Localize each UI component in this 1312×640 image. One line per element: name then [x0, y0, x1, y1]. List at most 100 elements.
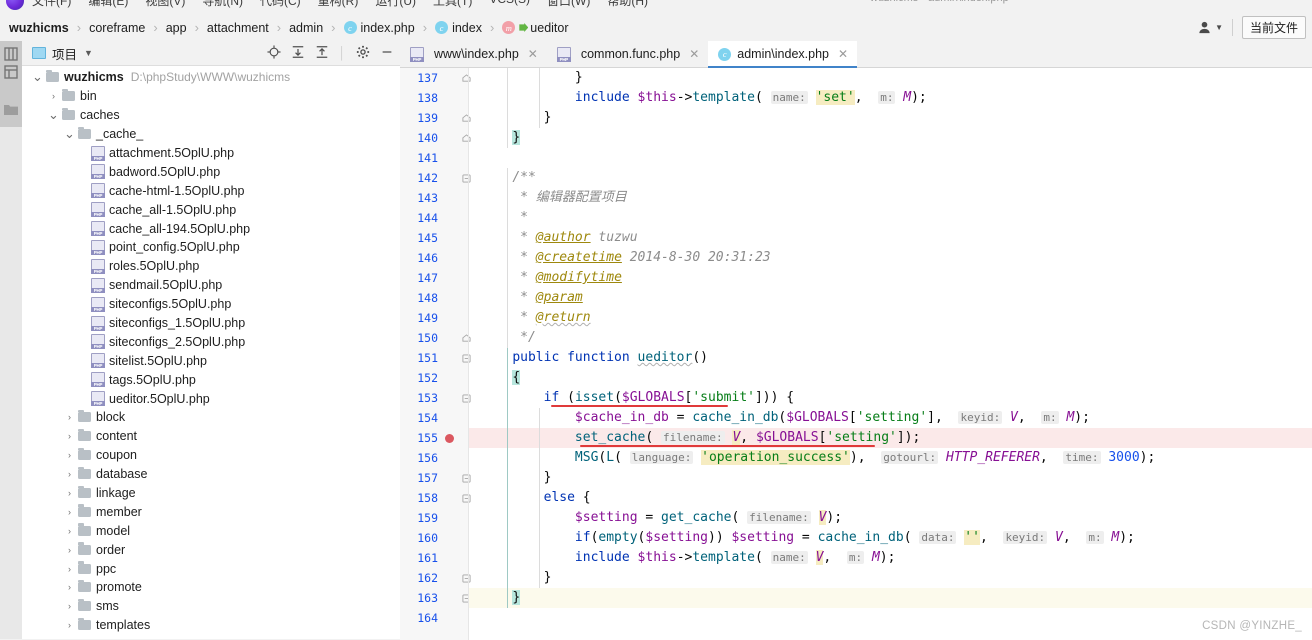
code-line-157[interactable]: } — [469, 468, 1312, 488]
tree-item-wuzhicms[interactable]: ⌄ wuzhicms D:\phpStudy\WWW\wuzhicms — [22, 68, 400, 87]
code-line-147[interactable]: * @modifytime — [469, 268, 1312, 288]
gutter-line-158[interactable]: 158 — [400, 488, 469, 508]
gutter-line-162[interactable]: 162 — [400, 568, 469, 588]
chevron-right-icon[interactable]: › — [64, 601, 75, 611]
menu-item-8[interactable]: VCS(S) — [489, 0, 530, 9]
close-icon[interactable]: ✕ — [689, 47, 699, 61]
gutter-line-154[interactable]: 154 — [400, 408, 469, 428]
gutter-line-161[interactable]: 161 — [400, 548, 469, 568]
gutter-line-142[interactable]: 142 — [400, 168, 469, 188]
tree-item-order[interactable]: › order — [22, 540, 400, 559]
tree-item-point_config-5OplU-php[interactable]: point_config.5OplU.php — [22, 238, 400, 257]
menu-item-9[interactable]: 窗口(W) — [547, 0, 590, 9]
code-line-148[interactable]: * @param — [469, 288, 1312, 308]
gutter-line-138[interactable]: 138 — [400, 88, 469, 108]
gutter-line-163[interactable]: 163 — [400, 588, 469, 608]
gutter-line-155[interactable]: 155 — [400, 428, 469, 448]
tree-item-model[interactable]: › model — [22, 521, 400, 540]
code-line-137[interactable]: } — [469, 68, 1312, 88]
tree-item-cache_all-194-5OplU-php[interactable]: cache_all-194.5OplU.php — [22, 219, 400, 238]
breadcrumb-item-wuzhicms[interactable]: wuzhicms — [8, 21, 70, 35]
project-tree[interactable]: ⌄ wuzhicms D:\phpStudy\WWW\wuzhicms › bin ⌄ ca… — [22, 66, 400, 635]
gutter-line-144[interactable]: 144 — [400, 208, 469, 228]
chevron-down-icon[interactable]: ⌄ — [32, 70, 43, 83]
menu-item-0[interactable]: 文件(F) — [32, 0, 71, 9]
breadcrumb-item-coreframe[interactable]: coreframe — [88, 21, 146, 35]
breadcrumb[interactable]: wuzhicms › coreframe › app › attachment › admin ›… — [8, 14, 570, 41]
code-line-146[interactable]: * @createtime 2014-8-30 20:31:23 — [469, 248, 1312, 268]
close-icon[interactable]: ✕ — [838, 47, 848, 61]
gutter-line-164[interactable]: 164 — [400, 608, 469, 628]
code-line-159[interactable]: $setting = get_cache( filename: V); — [469, 508, 1312, 528]
code-line-158[interactable]: else { — [469, 488, 1312, 508]
menu-item-10[interactable]: 帮助(H) — [607, 0, 648, 9]
tree-item-tags-5OplU-php[interactable]: tags.5OplU.php — [22, 370, 400, 389]
structure-tool-icon[interactable] — [4, 65, 18, 79]
gutter-line-143[interactable]: 143 — [400, 188, 469, 208]
tree-item-sitelist-5OplU-php[interactable]: sitelist.5OplU.php — [22, 351, 400, 370]
chevron-right-icon[interactable]: › — [64, 488, 75, 498]
tree-item-attachment-5OplU-php[interactable]: attachment.5OplU.php — [22, 144, 400, 163]
code-line-140[interactable]: } — [469, 128, 1312, 148]
code-line-152[interactable]: { — [469, 368, 1312, 388]
tree-item-member[interactable]: › member — [22, 502, 400, 521]
locate-icon[interactable] — [266, 44, 281, 62]
gutter-line-141[interactable]: 141 — [400, 148, 469, 168]
tree-item-roles-5OplU-php[interactable]: roles.5OplU.php — [22, 257, 400, 276]
tree-item-siteconfigs_1-5OplU-php[interactable]: siteconfigs_1.5OplU.php — [22, 314, 400, 333]
collapse-all-icon[interactable] — [315, 45, 329, 62]
code-line-149[interactable]: * @return — [469, 308, 1312, 328]
tree-item-_cache_[interactable]: ⌄ _cache_ — [22, 125, 400, 144]
gutter-line-159[interactable]: 159 — [400, 508, 469, 528]
gutter-line-157[interactable]: 157 — [400, 468, 469, 488]
menu-item-2[interactable]: 视图(V) — [145, 0, 185, 9]
chevron-down-icon[interactable]: ⌄ — [48, 108, 59, 121]
editor-tab-www-index-php[interactable]: www\index.php ✕ — [400, 41, 547, 67]
tree-item-badword-5OplU-php[interactable]: badword.5OplU.php — [22, 162, 400, 181]
code-line-160[interactable]: if(empty($setting)) $setting = cache_in_… — [469, 528, 1312, 548]
code-line-139[interactable]: } — [469, 108, 1312, 128]
gutter-line-137[interactable]: 137 — [400, 68, 469, 88]
tree-item-database[interactable]: › database — [22, 465, 400, 484]
menu-item-7[interactable]: 工具(T) — [433, 0, 472, 9]
code-line-150[interactable]: */ — [469, 328, 1312, 348]
tree-item-sms[interactable]: › sms — [22, 597, 400, 616]
gutter-line-152[interactable]: 152 — [400, 368, 469, 388]
code-line-142[interactable]: /** — [469, 168, 1312, 188]
close-icon[interactable]: ✕ — [528, 47, 538, 61]
tree-item-content[interactable]: › content — [22, 427, 400, 446]
chevron-right-icon[interactable]: › — [64, 526, 75, 536]
code-line-143[interactable]: * 编辑器配置项目 — [469, 188, 1312, 208]
breadcrumb-item-admin[interactable]: admin — [288, 21, 324, 35]
tree-item-siteconfigs-5OplU-php[interactable]: siteconfigs.5OplU.php — [22, 295, 400, 314]
current-file-button[interactable]: 当前文件 — [1241, 16, 1306, 39]
code-line-164[interactable] — [469, 608, 1312, 628]
editor-tab-bar[interactable]: www\index.php ✕ common.func.php ✕ c admin\ind… — [400, 41, 1312, 68]
gutter-line-146[interactable]: 146 — [400, 248, 469, 268]
code-line-138[interactable]: include $this->template( name: 'set', m:… — [469, 88, 1312, 108]
project-tool-icon[interactable] — [4, 47, 18, 61]
editor-tab-common-func-php[interactable]: common.func.php ✕ — [547, 41, 708, 67]
chevron-right-icon[interactable]: › — [64, 564, 75, 574]
breadcrumb-item-index-php[interactable]: c index.php — [343, 21, 416, 35]
tree-item-caches[interactable]: ⌄ caches — [22, 106, 400, 125]
chevron-right-icon[interactable]: › — [48, 91, 59, 101]
menu-item-4[interactable]: 代码(C) — [260, 0, 301, 9]
breadcrumb-item-attachment[interactable]: attachment — [206, 21, 270, 35]
tree-item-cache_all-1-5OplU-php[interactable]: cache_all-1.5OplU.php — [22, 200, 400, 219]
chevron-right-icon[interactable]: › — [64, 507, 75, 517]
folder-tool-icon[interactable] — [4, 103, 18, 117]
menu-item-5[interactable]: 重构(R) — [318, 0, 359, 9]
gutter-line-139[interactable]: 139 — [400, 108, 469, 128]
code-line-145[interactable]: * @author tuzwu — [469, 228, 1312, 248]
breakpoint-icon[interactable] — [445, 433, 454, 443]
tree-item-bin[interactable]: › bin — [22, 87, 400, 106]
gutter-line-153[interactable]: 153 — [400, 388, 469, 408]
chevron-right-icon[interactable]: › — [64, 545, 75, 555]
code-line-163[interactable]: } — [469, 588, 1312, 608]
tree-item-sendmail-5OplU-php[interactable]: sendmail.5OplU.php — [22, 276, 400, 295]
code-line-154[interactable]: $cache_in_db = cache_in_db($GLOBALS['set… — [469, 408, 1312, 428]
menu-item-1[interactable]: 编辑(E) — [88, 0, 128, 9]
tree-item-block[interactable]: › block — [22, 408, 400, 427]
gutter-line-151[interactable]: 151 — [400, 348, 469, 368]
